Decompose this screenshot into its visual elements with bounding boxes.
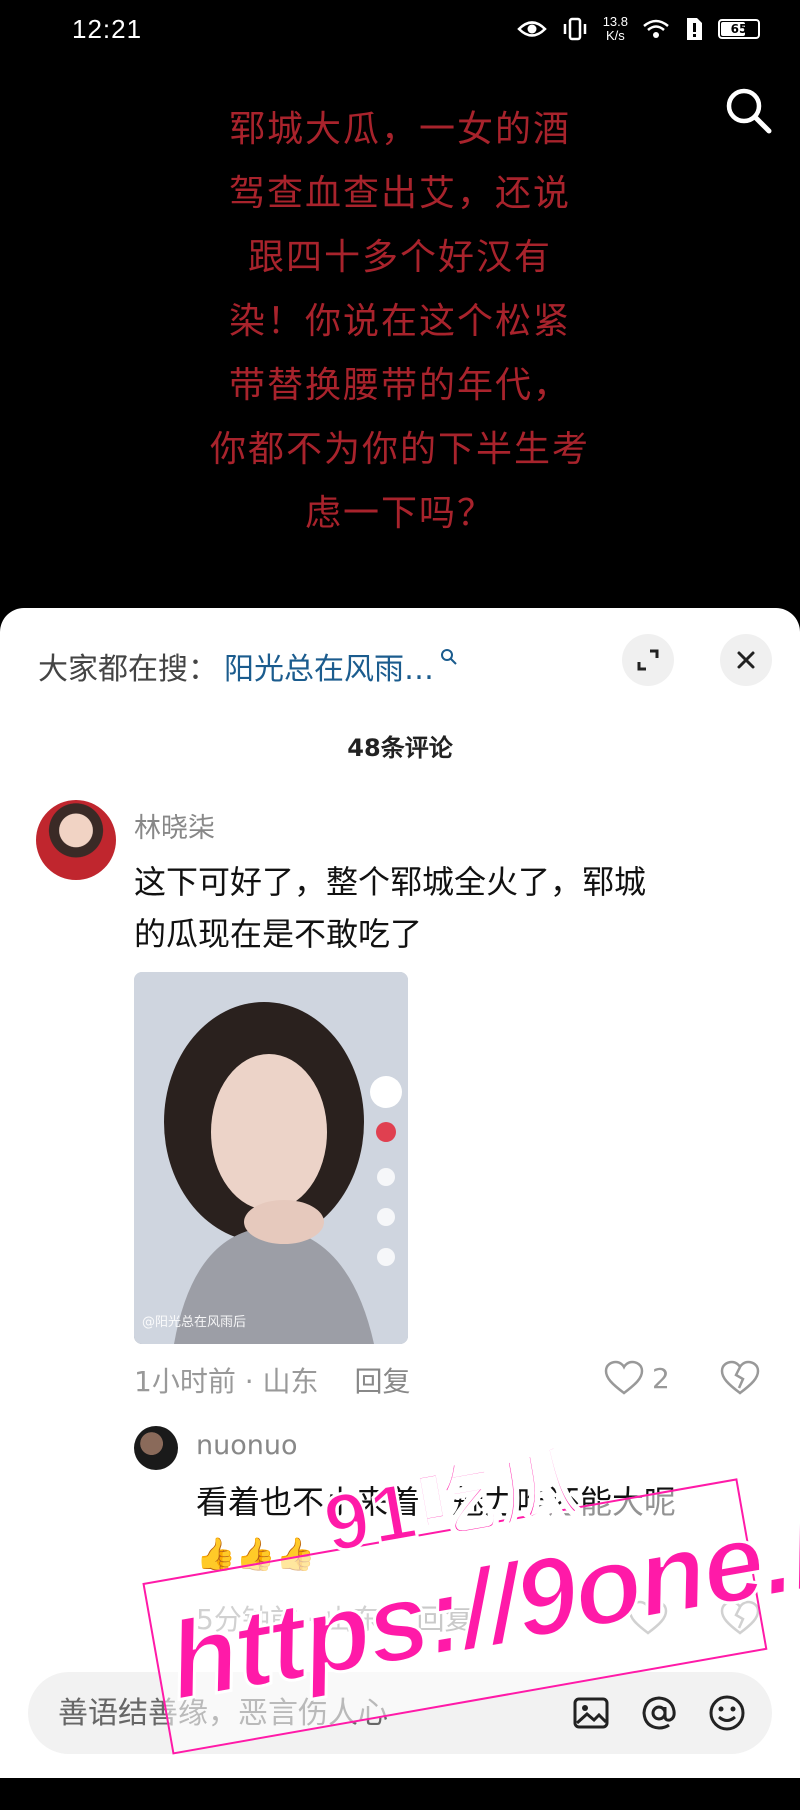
wifi-icon	[643, 19, 669, 38]
comment-image[interactable]: @阳光总在风雨后	[134, 972, 408, 1344]
video-caption-text: 郓城大瓜，一女的酒 驾查血查出艾，还说 跟四十多个好汉有 染！你说在这个松紧 带…	[200, 98, 600, 546]
comment-sheet: 大家都在搜： 阳光总在风雨… 48条评论 林晓柒 这下可好了，整个郓城全火了，郓…	[0, 608, 800, 1778]
caption-line: 你都不为你的下半生考	[209, 429, 590, 470]
caption-line: 跟四十多个好汉有	[247, 237, 552, 278]
eye-icon	[516, 21, 547, 37]
comment-time: 5分钟前 · 山东	[196, 1603, 381, 1636]
image-picker-button[interactable]	[568, 1690, 614, 1736]
search-icon	[441, 649, 457, 665]
comment-input[interactable]	[56, 1694, 546, 1732]
comment-time: 1小时前 · 山东	[134, 1365, 319, 1398]
image-icon	[573, 1697, 609, 1729]
network-speed: 13.8 K/s	[602, 14, 628, 43]
caption-line: 虑一下吗？	[304, 493, 495, 534]
close-icon	[737, 651, 755, 669]
smiley-icon	[709, 1695, 745, 1731]
comment-input-bar	[28, 1672, 772, 1754]
comment-text: 看着也不小来着，魅力咋还能大呢 👍👍👍	[196, 1476, 676, 1580]
comment-count-title: 48条评论	[347, 734, 453, 762]
like-button[interactable]: 2	[604, 1360, 670, 1396]
comment-meta: 1小时前 · 山东 回复	[134, 1360, 411, 1400]
portrait-image	[134, 972, 408, 1344]
dislike-icon[interactable]	[720, 1600, 760, 1636]
vibrate-icon	[563, 17, 586, 41]
emoji-button[interactable]	[704, 1690, 750, 1736]
like-count: 2	[652, 1361, 670, 1395]
caption-line: 驾查血查出艾，还说	[228, 173, 571, 214]
battery-indicator: 65	[718, 19, 760, 39]
close-button[interactable]	[720, 634, 772, 686]
reply-button[interactable]: 回复	[417, 1598, 473, 1638]
caption-line: 郓城大瓜，一女的酒	[228, 109, 571, 150]
avatar[interactable]	[36, 800, 116, 880]
alert-sim-icon	[687, 18, 702, 40]
expand-icon	[637, 649, 659, 671]
reply-button[interactable]: 回复	[355, 1360, 411, 1400]
video-player[interactable]: 郓城大瓜，一女的酒 驾查血查出艾，还说 跟四十多个好汉有 染！你说在这个松紧 带…	[0, 58, 800, 618]
status-icons: 13.8 K/s 65	[516, 14, 760, 43]
dislike-icon[interactable]	[720, 1360, 760, 1396]
caption-line: 带替换腰带的年代，	[228, 365, 571, 406]
comment-author[interactable]: 林晓柒	[134, 806, 215, 845]
search-suggestion-term[interactable]: 阳光总在风雨…	[224, 644, 434, 688]
comment-text: 这下可好了，整个郓城全火了，郓城 的瓜现在是不敢吃了	[134, 863, 647, 953]
search-suggestion-prefix: 大家都在搜：	[38, 652, 218, 687]
caption-line: 染！你说在这个松紧	[228, 301, 571, 342]
expand-button[interactable]	[622, 634, 674, 686]
comment-author[interactable]: nuonuo	[196, 1430, 298, 1461]
status-time: 12:21	[72, 13, 143, 44]
image-caption: @阳光总在风雨后	[142, 1315, 247, 1330]
at-icon	[642, 1696, 676, 1730]
avatar[interactable]	[134, 1426, 178, 1470]
heart-icon	[604, 1360, 644, 1395]
status-bar: 12:21 13.8 K/s 65	[0, 0, 800, 58]
search-icon[interactable]	[722, 84, 774, 136]
emoji-row: 👍👍👍	[196, 1535, 316, 1573]
mention-button[interactable]	[636, 1690, 682, 1736]
comment-meta: 5分钟前 · 山东 回复	[196, 1598, 473, 1638]
heart-icon[interactable]	[628, 1600, 668, 1636]
